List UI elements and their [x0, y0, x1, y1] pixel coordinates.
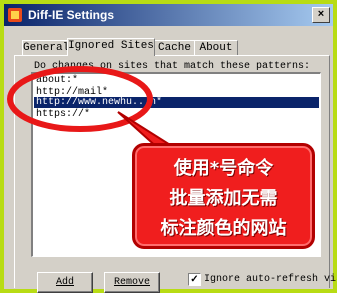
annotation-callout: 使用*号命令 批量添加无需 标注颜色的网站 [132, 143, 315, 249]
tab-ignored-sites[interactable]: Ignored Sites [67, 38, 155, 56]
annotation-line-3: 标注颜色的网站 [160, 218, 287, 239]
annotation-line-1: 使用*号命令 [173, 158, 274, 179]
annotation-line-2: 批量添加无需 [169, 188, 278, 209]
